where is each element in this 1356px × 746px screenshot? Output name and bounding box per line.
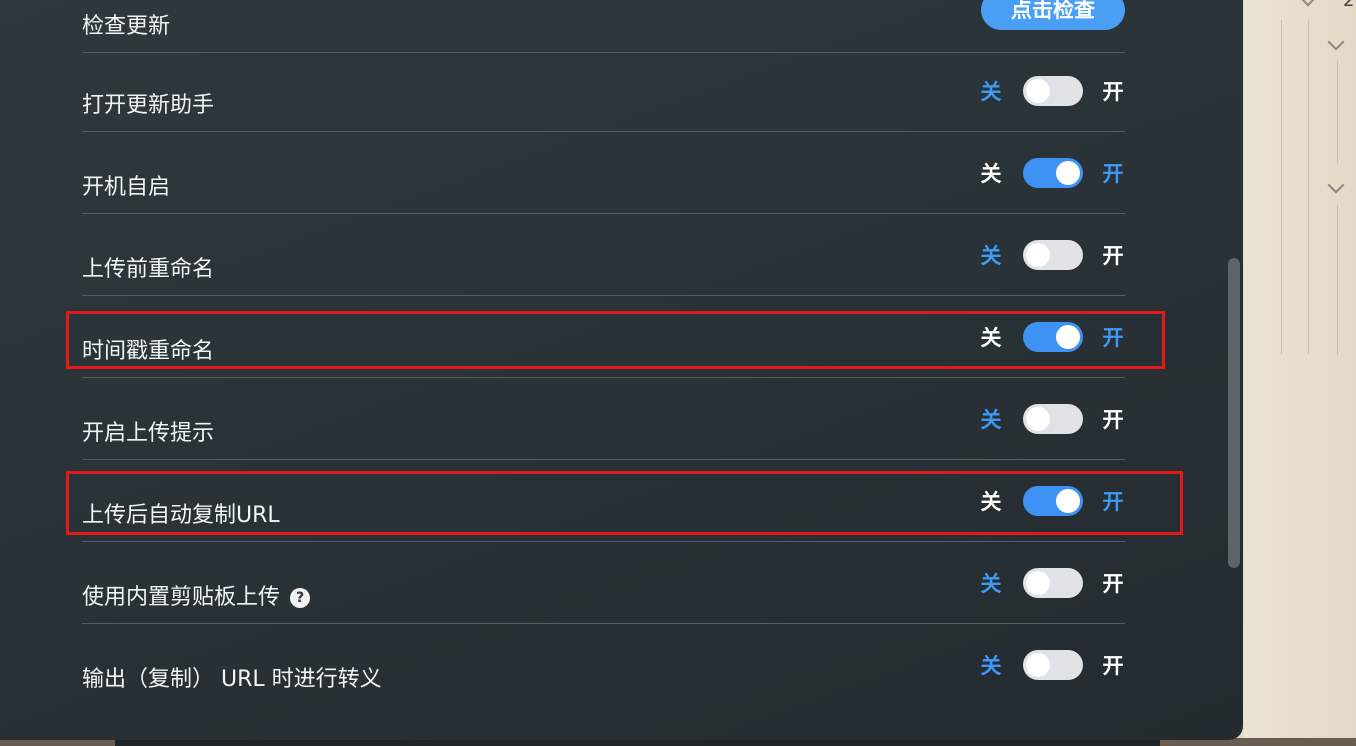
settings-row-auto-start: 开机自启关开	[82, 131, 1125, 214]
question-circle-icon[interactable]: ?	[290, 588, 311, 608]
tree-guide-line	[1337, 60, 1338, 164]
scrollbar-thumb[interactable]	[1228, 258, 1240, 568]
toggle-off-label[interactable]: 关	[979, 158, 1003, 188]
highlight-box	[66, 311, 1165, 369]
settings-panel: 检查更新 点击检查 打开更新助手关开开机自启关开上传前重命名关开时间戳重命名关开…	[0, 0, 1243, 740]
chevron-down-icon[interactable]	[1327, 176, 1345, 194]
toggle-off-label[interactable]: 关	[979, 650, 1003, 680]
toggle-off-label[interactable]: 关	[979, 404, 1003, 434]
check-update-button[interactable]: 点击检查	[981, 0, 1125, 30]
toggle-knob	[1026, 653, 1050, 677]
settings-row-check-update: 检查更新 点击检查	[82, 0, 1125, 53]
settings-row-rename-before-upload: 上传前重命名关开	[82, 213, 1125, 296]
toggle-off-label[interactable]: 关	[979, 240, 1003, 270]
toggle-knob	[1056, 161, 1080, 185]
toggle-off-label[interactable]: 关	[979, 568, 1003, 598]
toggle-on-label[interactable]: 开	[1101, 404, 1125, 434]
setting-label: 检查更新	[82, 14, 171, 39]
settings-row-builtin-clipboard-upload: 使用内置剪贴板上传? 关开	[82, 541, 1125, 624]
highlight-box	[66, 471, 1183, 535]
toggle-group: 关开	[979, 568, 1125, 598]
toggle-group: 关开	[979, 158, 1125, 188]
tree-guide-line	[1281, 20, 1282, 354]
toggle-knob	[1026, 243, 1050, 267]
setting-label-wrap: 使用内置剪贴板上传?	[82, 579, 311, 611]
settings-row-open-update-helper: 打开更新助手关开	[82, 49, 1125, 132]
settings-row-escape-url-output: 输出（复制） URL 时进行转义关开	[82, 623, 1125, 705]
setting-label: 输出（复制） URL 时进行转义	[82, 667, 382, 692]
toggle-knob	[1026, 79, 1050, 103]
toggle-group: 关开	[979, 404, 1125, 434]
toggle-switch[interactable]	[1023, 404, 1083, 434]
toggle-on-label[interactable]: 开	[1101, 568, 1125, 598]
chevron-down-icon[interactable]	[1299, 0, 1317, 7]
toggle-switch[interactable]	[1023, 650, 1083, 680]
setting-label: 开启上传提示	[82, 421, 215, 446]
toggle-switch[interactable]	[1023, 76, 1083, 106]
setting-label: 使用内置剪贴板上传	[82, 585, 281, 610]
toggle-on-label[interactable]: 开	[1101, 158, 1125, 188]
chevron-down-icon[interactable]	[1327, 33, 1345, 51]
background-window	[1244, 0, 1356, 746]
setting-label: 开机自启	[82, 175, 171, 200]
toggle-switch[interactable]	[1023, 158, 1083, 188]
toggle-knob	[1026, 407, 1050, 431]
toggle-knob	[1026, 571, 1050, 595]
toggle-switch[interactable]	[1023, 240, 1083, 270]
settings-row-upload-notification: 开启上传提示关开	[82, 377, 1125, 460]
toggle-on-label[interactable]: 开	[1101, 76, 1125, 106]
toggle-group: 关开	[979, 76, 1125, 106]
setting-label: 打开更新助手	[82, 93, 215, 118]
tree-guide-line	[1337, 205, 1338, 355]
toggle-on-label[interactable]: 开	[1101, 650, 1125, 680]
toggle-group: 关开	[979, 650, 1125, 680]
setting-label: 上传前重命名	[82, 257, 215, 282]
toggle-group: 关开	[979, 240, 1125, 270]
toggle-off-label[interactable]: 关	[979, 76, 1003, 106]
toggle-switch[interactable]	[1023, 568, 1083, 598]
background-corner-text: 2	[1343, 0, 1355, 11]
toggle-on-label[interactable]: 开	[1101, 240, 1125, 270]
tree-guide-line	[1308, 20, 1309, 354]
